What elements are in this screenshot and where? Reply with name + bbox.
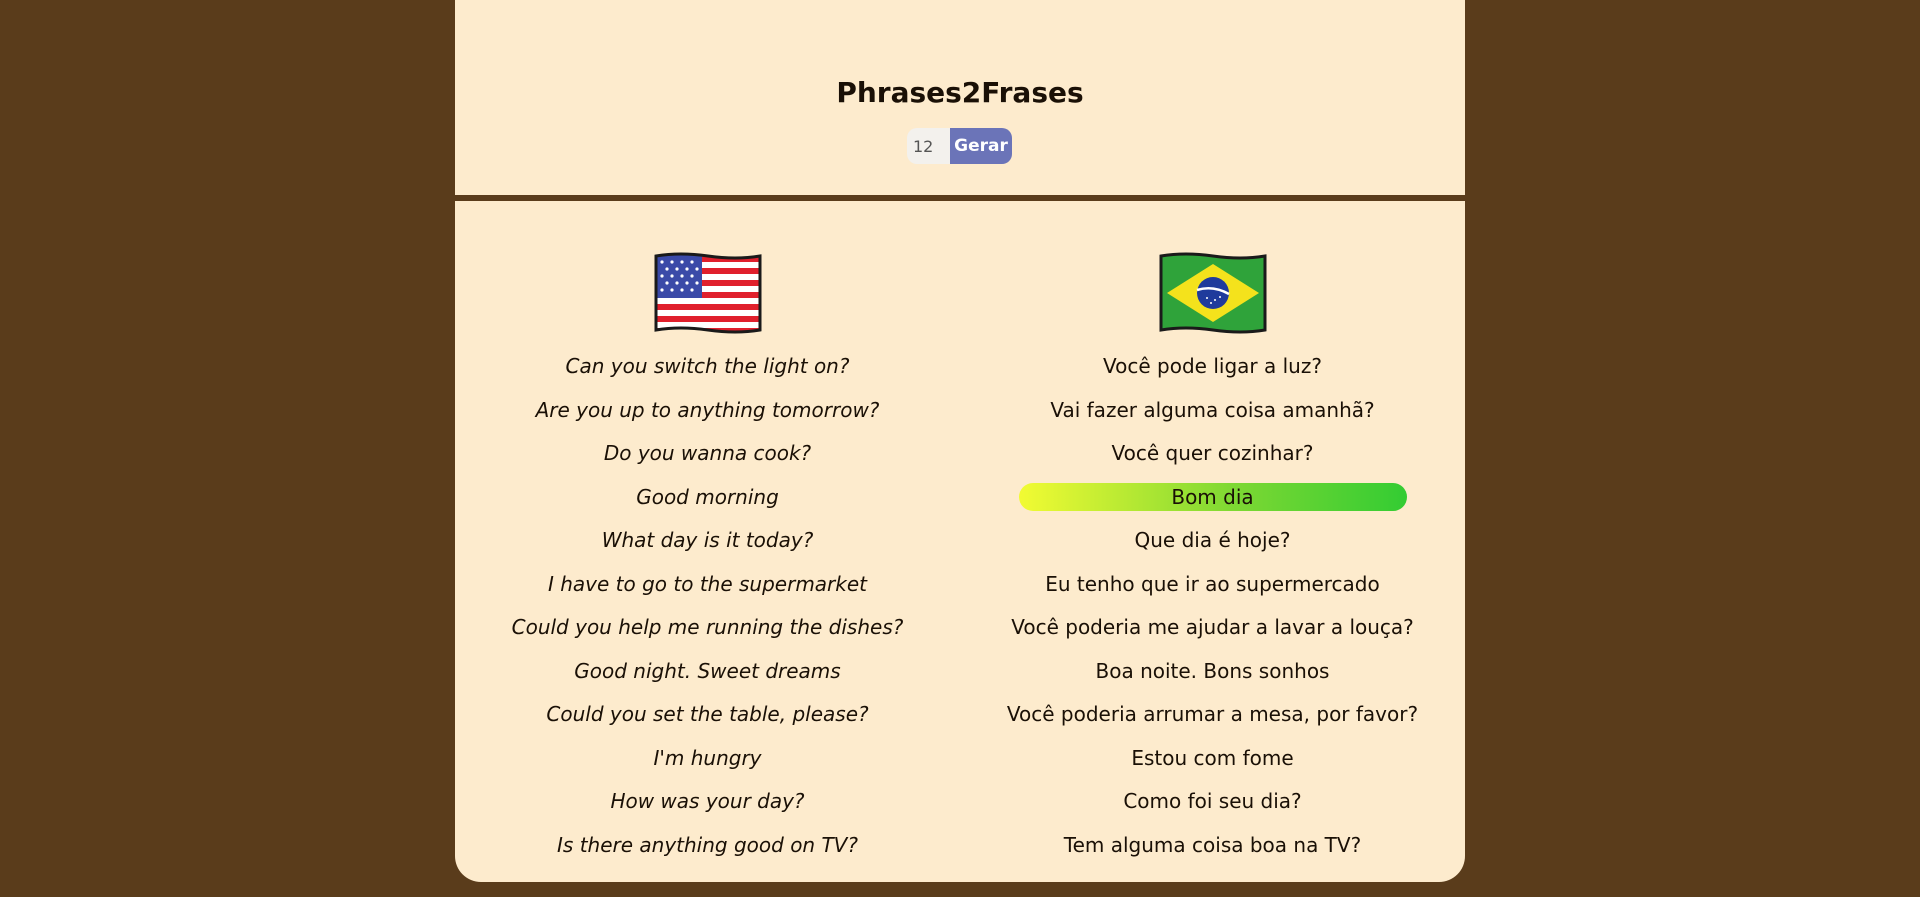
phrase-item: I have to go to the supermarket (455, 563, 960, 607)
phrase-item: Tem alguma coisa boa na TV? (960, 824, 1465, 868)
portuguese-column: Você pode ligar a luz? Vai fazer alguma c… (960, 252, 1465, 867)
main-card: Phrases2Frases Gerar (455, 0, 1465, 882)
highlighted-phrase-item: Bom dia (960, 476, 1465, 520)
english-phrase-text: Do you wanna cook? (603, 441, 812, 465)
portuguese-phrase-text: Eu tenho que ir ao supermercado (1045, 571, 1380, 596)
phrase-item: Como foi seu dia? (960, 780, 1465, 824)
portuguese-phrase-text: Boa noite. Bons sonhos (1095, 658, 1330, 683)
phrase-item: Are you up to anything tomorrow? (455, 389, 960, 433)
english-phrase-text: Could you help me running the dishes? (511, 615, 904, 639)
portuguese-phrase-text: Vai fazer alguma coisa amanhã? (1050, 397, 1375, 422)
phrase-item: Good night. Sweet dreams (455, 650, 960, 694)
english-phrase-text: I'm hungry (653, 745, 762, 770)
phrase-item: Você quer cozinhar? (960, 432, 1465, 476)
portuguese-phrase-text: Tem alguma coisa boa na TV? (1063, 832, 1362, 857)
portuguese-phrase-text: Você pode ligar a luz? (1103, 354, 1322, 378)
phrase-item: Is there anything good on TV? (455, 824, 960, 868)
phrase-item: Que dia é hoje? (960, 519, 1465, 563)
phrase-item: Could you help me running the dishes? (455, 606, 960, 650)
header: Phrases2Frases Gerar (455, 0, 1465, 195)
page-title: Phrases2Frases (836, 76, 1084, 109)
phrase-item: Estou com fome (960, 737, 1465, 781)
english-phrase-text: Are you up to anything tomorrow? (535, 397, 880, 422)
english-column: Can you switch the light on? Are you up t… (455, 252, 960, 867)
phrase-item: Do you wanna cook? (455, 432, 960, 476)
english-phrase-text: Is there anything good on TV? (557, 832, 858, 857)
phrase-item: Você poderia me ajudar a lavar a louça? (960, 606, 1465, 650)
english-phrase-text: Could you set the table, please? (546, 702, 869, 726)
divider (455, 195, 1465, 201)
portuguese-phrase-text: Você poderia me ajudar a lavar a louça? (1011, 615, 1414, 639)
english-phrase-text: Good night. Sweet dreams (574, 658, 841, 683)
phrase-item: Can you switch the light on? (455, 345, 960, 389)
portuguese-phrase-text: Que dia é hoje? (1134, 528, 1291, 552)
portuguese-phrase-text: Estou com fome (1131, 745, 1294, 770)
us-flag-icon (654, 252, 761, 334)
portuguese-phrase-text: Bom dia (1018, 482, 1407, 511)
english-phrase-text: Good morning (636, 484, 779, 509)
generate-controls: Gerar (907, 128, 1012, 164)
phrase-item: Você pode ligar a luz? (960, 345, 1465, 389)
phrase-item: Good morning (455, 476, 960, 520)
brazil-flag-icon (1159, 252, 1266, 334)
english-phrase-text: What day is it today? (601, 528, 814, 552)
english-phrase-list: Can you switch the light on? Are you up t… (455, 345, 960, 867)
phrase-item: Could you set the table, please? (455, 693, 960, 737)
phrase-item: Eu tenho que ir ao supermercado (960, 563, 1465, 607)
phrase-item: Boa noite. Bons sonhos (960, 650, 1465, 694)
english-phrase-text: Can you switch the light on? (565, 354, 850, 378)
phrase-item: Vai fazer alguma coisa amanhã? (960, 389, 1465, 433)
phrase-item: Você poderia arrumar a mesa, por favor? (960, 693, 1465, 737)
portuguese-phrase-text: Você quer cozinhar? (1111, 441, 1314, 465)
generate-button[interactable]: Gerar (950, 128, 1012, 164)
phrase-item: How was your day? (455, 780, 960, 824)
phrase-count-input[interactable] (907, 128, 950, 164)
english-phrase-text: How was your day? (610, 789, 805, 813)
portuguese-phrase-text: Você poderia arrumar a mesa, por favor? (1006, 702, 1419, 726)
portuguese-phrase-list: Você pode ligar a luz? Vai fazer alguma c… (960, 345, 1465, 867)
phrase-item: What day is it today? (455, 519, 960, 563)
phrase-item: I'm hungry (455, 737, 960, 781)
english-phrase-text: I have to go to the supermarket (547, 571, 868, 596)
portuguese-phrase-text: Como foi seu dia? (1123, 789, 1302, 813)
